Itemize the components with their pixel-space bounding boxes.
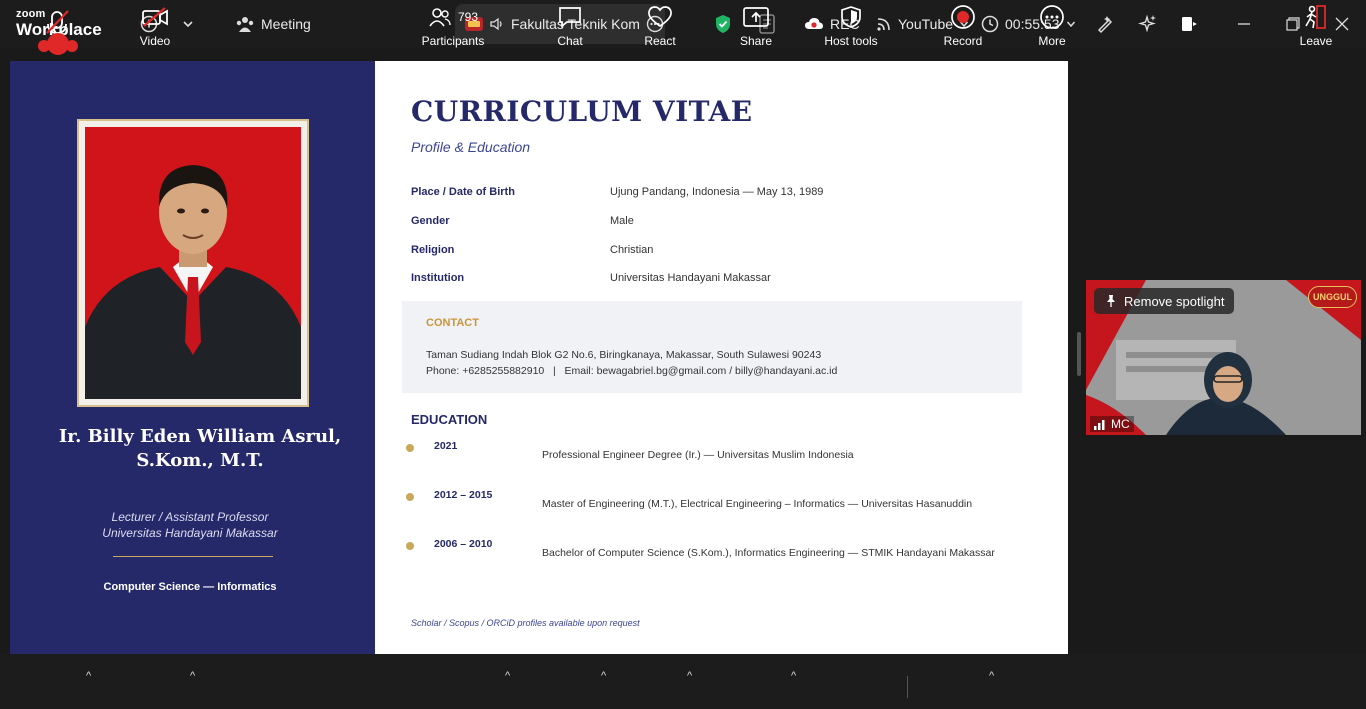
leave-label: Leave — [1299, 34, 1333, 48]
bottom-toolbar — [0, 654, 1366, 709]
audio-options-caret[interactable]: ^ — [86, 670, 91, 682]
more-label: More — [1038, 34, 1066, 48]
record-options-caret[interactable]: ^ — [989, 670, 994, 682]
host-tools-label: Host tools — [824, 34, 878, 48]
education-year: 2012 – 2015 — [434, 489, 493, 501]
react-button[interactable]: React — [640, 0, 680, 55]
spotlight-label: Remove spotlight — [1124, 293, 1225, 309]
host-tools-button[interactable]: Host tools — [818, 0, 884, 55]
timeline-dot — [406, 493, 414, 501]
info-value: Ujung Pandang, Indonesia — May 13, 1989 — [610, 186, 824, 198]
more-button[interactable]: More — [1032, 0, 1072, 55]
name-line-2: S.Kom., M.T. — [136, 450, 264, 471]
minimize-icon[interactable] — [1237, 0, 1251, 48]
department: Computer Science — Informatics — [103, 581, 277, 593]
react-options-caret[interactable]: ^ — [687, 670, 692, 682]
portrait-photo — [85, 127, 301, 399]
education-description: Bachelor of Computer Science (S.Kom.), I… — [542, 547, 995, 559]
cv-panel: CURRICULUM VITAE Profile & Education Pla… — [375, 61, 1068, 654]
close-icon[interactable] — [1335, 0, 1349, 48]
info-label: Place / Date of Birth — [411, 186, 515, 198]
panel-resize-handle[interactable] — [1077, 332, 1081, 376]
video-options-caret[interactable]: ^ — [190, 670, 195, 682]
top-bar: zoom Workplace Meeting Fakultas Teknik K… — [0, 0, 1366, 48]
share-label: Share — [739, 34, 773, 48]
video-button[interactable]: Video — [135, 0, 175, 55]
apps-icon[interactable] — [1181, 0, 1199, 48]
info-label: Institution — [411, 272, 465, 284]
participants-label: Participants — [421, 34, 485, 48]
react-label: React — [644, 34, 676, 48]
pin-icon — [1104, 294, 1118, 308]
info-value: Christian — [610, 244, 654, 256]
remove-spotlight-button[interactable]: Remove spotlight — [1094, 288, 1235, 314]
info-value: Male — [610, 215, 634, 227]
leave-button[interactable]: Leave — [1296, 0, 1336, 55]
person-name: Ir. Billy Eden William Asrul, S.Kom., M.… — [10, 425, 390, 473]
ai-companion-icon[interactable] — [1138, 0, 1158, 48]
education-year: 2021 — [434, 440, 458, 452]
chat-button[interactable]: Chat — [552, 0, 588, 55]
contact-box: CONTACT Taman Sudiang Indah Blok G2 No.6… — [402, 301, 1022, 393]
divider — [113, 556, 273, 557]
portrait-frame — [77, 119, 309, 407]
chat-label: Chat — [557, 34, 583, 48]
speaker-icon — [489, 16, 505, 32]
toolbar-separator — [907, 676, 908, 698]
info-value: Universitas Handayani Makassar — [610, 272, 771, 284]
people-icon — [235, 15, 255, 33]
profile-panel: Ir. Billy Eden William Asrul, S.Kom., M.… — [10, 61, 375, 654]
shield-check-icon[interactable] — [714, 0, 732, 48]
chevron-down-icon[interactable] — [182, 0, 194, 48]
participants-button[interactable]: 793 Participants — [417, 0, 489, 55]
share-options-caret[interactable]: ^ — [791, 670, 796, 682]
contact-phone-email: Phone: +6285255882910 | Email: bewagabri… — [426, 365, 838, 377]
record-label: Record — [943, 34, 983, 48]
participant-name: MC — [1111, 417, 1130, 431]
participant-count: 793 — [457, 10, 479, 24]
role-line-2: Universitas Handayani Makassar — [102, 526, 278, 540]
cv-subtitle: Profile & Education — [411, 139, 531, 155]
signal-icon — [1094, 418, 1108, 430]
timeline-dot — [406, 444, 414, 452]
more-icon — [1039, 0, 1065, 34]
participant-name-tag: MC — [1090, 416, 1134, 432]
footnote: Scholar / Scopus / ORCiD profiles availa… — [411, 618, 640, 628]
education-year: 2006 – 2010 — [434, 538, 493, 550]
chat-options-caret[interactable]: ^ — [601, 670, 606, 682]
name-line-1: Ir. Billy Eden William Asrul, — [58, 426, 342, 447]
participants-options-caret[interactable]: ^ — [505, 670, 510, 682]
mute-button[interactable] — [36, 0, 80, 55]
contact-address: Taman Sudiang Indah Blok G2 No.6, Biring… — [426, 349, 822, 361]
role: Lecturer / Assistant Professor Universit… — [10, 509, 370, 541]
timeline-dot — [406, 542, 414, 550]
meeting-label: Meeting — [261, 16, 311, 32]
record-icon — [950, 0, 976, 34]
heart-icon — [646, 0, 674, 34]
participants-icon: 793 — [428, 0, 478, 34]
role-line-1: Lecturer / Assistant Professor — [111, 510, 269, 524]
meeting-menu[interactable]: Meeting — [235, 0, 311, 48]
education-description: Professional Engineer Degree (Ir.) — Uni… — [542, 449, 854, 461]
record-button[interactable]: Record — [941, 0, 985, 55]
unggul-badge: UNGGUL — [1308, 286, 1357, 308]
shield-icon — [840, 0, 862, 34]
contact-heading: CONTACT — [426, 317, 479, 329]
leave-icon — [1303, 0, 1329, 34]
share-screen-icon — [742, 0, 770, 34]
video-off-icon — [140, 0, 170, 34]
participant-video[interactable]: Remove spotlight UNGGUL MC — [1086, 280, 1361, 435]
education-heading: EDUCATION — [411, 412, 488, 427]
info-label: Religion — [411, 244, 455, 256]
shared-screen: Ir. Billy Eden William Asrul, S.Kom., M.… — [10, 61, 1068, 654]
share-button[interactable]: Share — [736, 0, 776, 55]
annotate-icon[interactable] — [1095, 0, 1115, 48]
education-description: Master of Engineering (M.T.), Electrical… — [542, 498, 973, 510]
info-label: Gender — [411, 215, 450, 227]
cv-title: CURRICULUM VITAE — [411, 95, 753, 128]
chat-icon — [557, 0, 583, 34]
video-label: Video — [139, 34, 171, 48]
